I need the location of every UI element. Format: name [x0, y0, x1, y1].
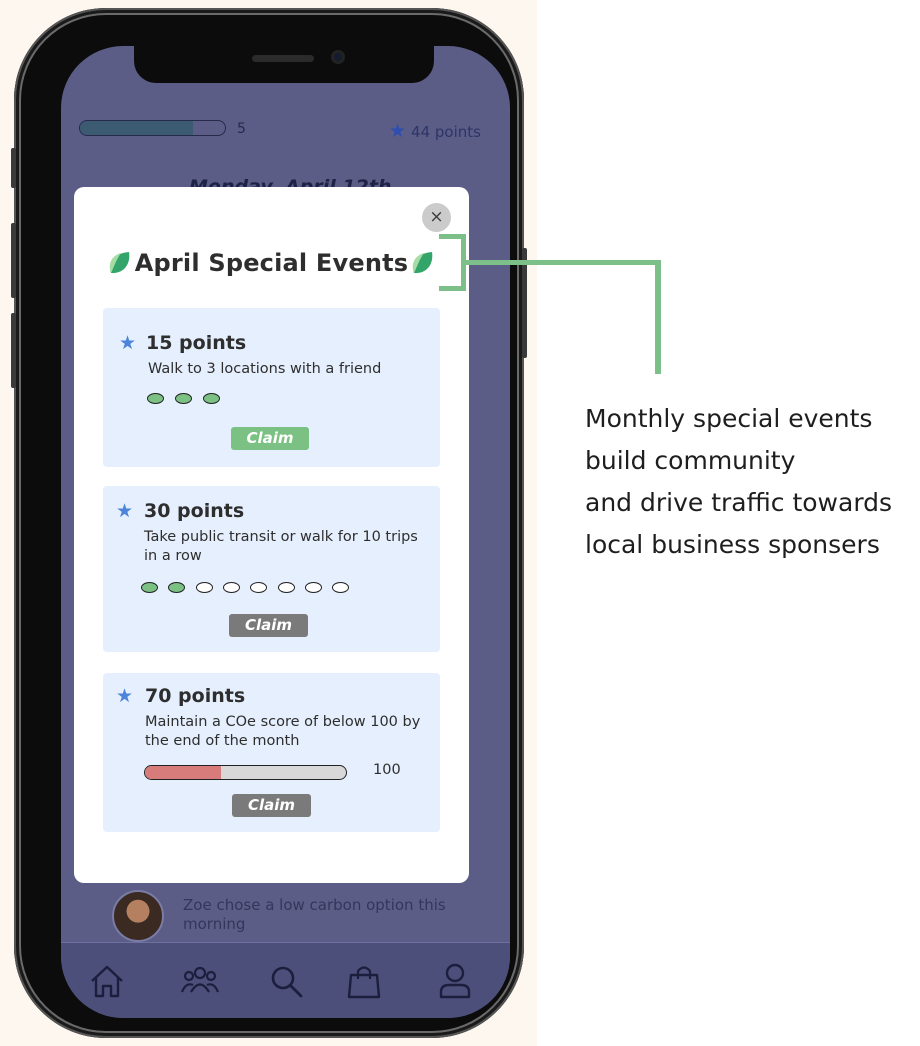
mute-switch [11, 148, 16, 188]
event-description: Maintain a COe score of below 100 by the… [145, 714, 421, 749]
coe-score-limit: 100 [373, 762, 401, 778]
level-number: 5 [237, 121, 246, 137]
volume-up-button [11, 223, 16, 298]
bottom-nav [61, 942, 510, 1018]
close-button[interactable]: × [422, 203, 451, 232]
points-total[interactable]: ★ 44 points [389, 122, 481, 141]
progress-dot [222, 582, 240, 593]
star-icon: ★ [116, 500, 134, 522]
search-icon[interactable] [266, 961, 306, 1001]
modal-title-text: April Special Events [134, 249, 409, 277]
progress-dot [332, 582, 350, 593]
feed-item-text: Zoe chose a low carbon option this morni… [183, 896, 446, 933]
avatar[interactable] [112, 890, 164, 942]
shop-bag-icon[interactable] [344, 961, 384, 1001]
claim-button[interactable]: Claim [229, 614, 308, 637]
progress-dot [203, 393, 220, 404]
claim-button[interactable]: Claim [231, 427, 309, 450]
modal-title: April Special Events [74, 249, 469, 277]
star-icon: ★ [389, 120, 407, 142]
event-points: 15 points [146, 332, 247, 354]
event-points: 30 points [144, 500, 245, 522]
level-progress-bar [79, 120, 226, 136]
leaf-icon [109, 252, 130, 274]
home-icon[interactable] [87, 961, 127, 1001]
event-points: 70 points [145, 685, 246, 707]
caption-line: Monthly special events [585, 404, 873, 433]
caption-line: and drive traffic towards [585, 488, 893, 517]
presentation-canvas: 5 ★ 44 points Monday, April 12th Zoe cho… [0, 0, 920, 1046]
star-icon: ★ [119, 332, 137, 354]
caption-line: build community [585, 446, 796, 475]
coe-score-bar [144, 765, 347, 780]
coe-score-fill [145, 766, 222, 779]
event-card: ★ 15 points Walk to 3 locations with a f… [103, 308, 440, 467]
caption-line: local business sponsers [585, 530, 880, 559]
friends-icon[interactable] [180, 961, 220, 1001]
progress-dot [304, 582, 322, 593]
progress-dot [277, 582, 295, 593]
event-description: Take public transit or walk for 10 trips… [144, 529, 418, 564]
progress-dot [175, 393, 192, 404]
annotation-connector-vertical [655, 260, 661, 374]
level-progress-fill [80, 121, 194, 135]
claim-button[interactable]: Claim [232, 794, 311, 817]
special-events-modal: × April Special Events ★ 15 points Walk … [74, 187, 469, 883]
progress-dot [147, 393, 164, 404]
progress-dot [141, 582, 158, 593]
speaker [252, 55, 314, 62]
front-camera [331, 50, 345, 64]
progress-dot [168, 582, 186, 593]
event-card: ★ 70 points Maintain a COe score of belo… [103, 673, 440, 832]
event-description: Walk to 3 locations with a friend [148, 361, 382, 377]
points-label: 44 points [411, 122, 481, 141]
annotation-caption: Monthly special events build community a… [585, 398, 915, 566]
volume-down-button [11, 313, 16, 388]
profile-icon[interactable] [435, 961, 475, 1001]
leaf-icon [412, 252, 433, 274]
star-icon: ★ [116, 685, 134, 707]
progress-dot [250, 582, 268, 593]
annotation-bracket [439, 234, 466, 291]
event-card: ★ 30 points Take public transit or walk … [103, 486, 440, 652]
annotation-connector [466, 260, 661, 265]
notch [134, 46, 434, 83]
progress-dot [195, 582, 213, 593]
